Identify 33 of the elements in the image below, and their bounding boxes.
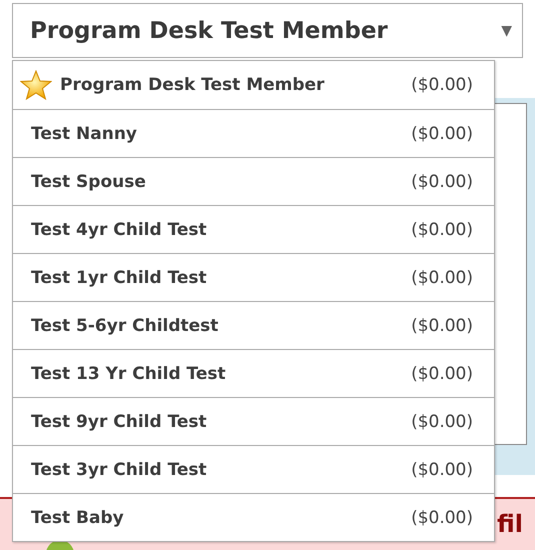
- member-amount: ($0.00): [411, 75, 473, 95]
- member-name: Test Spouse: [31, 172, 146, 192]
- member-amount: ($0.00): [411, 220, 473, 240]
- member-amount: ($0.00): [411, 364, 473, 384]
- member-option[interactable]: Test 9yr Child Test ($0.00): [13, 397, 494, 445]
- member-name: Test Nanny: [31, 124, 138, 144]
- member-amount: ($0.00): [411, 124, 473, 144]
- dropdown-arrow-icon: ▼: [501, 22, 512, 38]
- alert-text: fil: [497, 512, 524, 536]
- member-name: Test 1yr Child Test: [31, 268, 207, 288]
- member-option[interactable]: Test 5-6yr Childtest ($0.00): [13, 301, 494, 349]
- member-name: Test 5-6yr Childtest: [31, 316, 218, 336]
- member-amount: ($0.00): [411, 460, 473, 480]
- member-amount: ($0.00): [411, 412, 473, 432]
- member-option[interactable]: Test 3yr Child Test ($0.00): [13, 445, 494, 493]
- member-name: Test 9yr Child Test: [31, 412, 207, 432]
- member-amount: ($0.00): [411, 268, 473, 288]
- member-option[interactable]: Test Baby ($0.00): [13, 493, 494, 541]
- member-option[interactable]: Test 4yr Child Test ($0.00): [13, 205, 494, 253]
- member-amount: ($0.00): [411, 508, 473, 528]
- member-name: Test 4yr Child Test: [31, 220, 207, 240]
- member-option[interactable]: Test Nanny ($0.00): [13, 109, 494, 157]
- member-name: Test 3yr Child Test: [31, 460, 207, 480]
- member-option[interactable]: Test 13 Yr Child Test ($0.00): [13, 349, 494, 397]
- member-amount: ($0.00): [411, 172, 473, 192]
- member-name: Program Desk Test Member: [60, 75, 324, 95]
- member-select[interactable]: Program Desk Test Member ▼: [12, 3, 523, 58]
- member-option[interactable]: Test Spouse ($0.00): [13, 157, 494, 205]
- member-name: Test Baby: [31, 508, 124, 528]
- member-option[interactable]: Test 1yr Child Test ($0.00): [13, 253, 494, 301]
- member-amount: ($0.00): [411, 316, 473, 336]
- member-name: Test 13 Yr Child Test: [31, 364, 226, 384]
- member-option[interactable]: Program Desk Test Member ($0.00): [13, 61, 494, 109]
